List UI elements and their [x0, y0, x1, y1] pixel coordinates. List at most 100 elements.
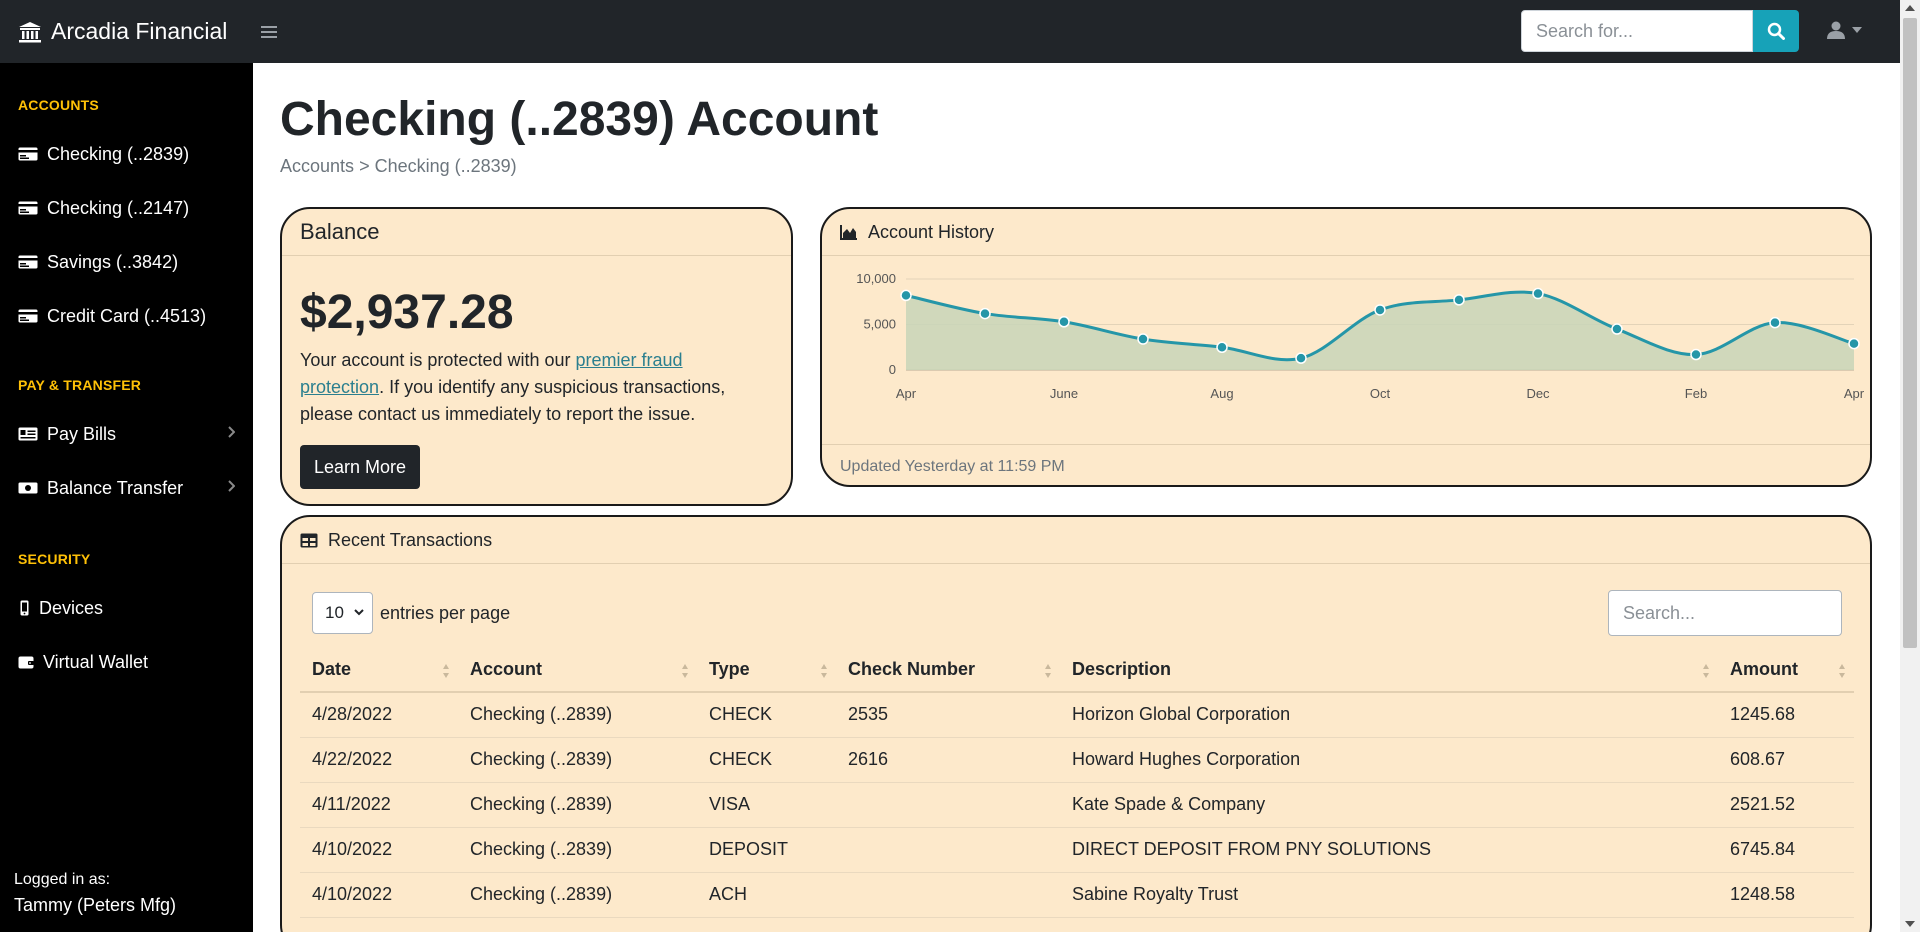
data-point	[1690, 348, 1702, 361]
sidebar-heading-security: SECURITY	[18, 551, 91, 567]
column-header-description[interactable]: Description	[1060, 648, 1718, 693]
card-icon	[18, 308, 38, 324]
bank-icon	[19, 21, 41, 42]
menu-toggle-button[interactable]	[258, 21, 280, 43]
page-scrollbar[interactable]	[1900, 0, 1920, 932]
column-header-label: Account	[470, 659, 542, 679]
caret-down-icon	[1852, 27, 1862, 33]
cell-check-number	[836, 782, 1060, 828]
sidebar-heading-accounts: ACCOUNTS	[18, 97, 99, 113]
sidebar-item-label: Virtual Wallet	[43, 651, 149, 672]
cell-date: 4/22/2022	[300, 737, 458, 783]
cell-description: DIRECT DEPOSIT FROM PNY SOLUTIONS	[1060, 827, 1718, 873]
sidebar-item-checking-2147[interactable]: Checking (..2147)	[0, 186, 253, 230]
cell-amount: 1245.68	[1718, 692, 1854, 738]
cell-account: Checking (..2839)	[458, 872, 697, 918]
data-point	[1137, 333, 1149, 345]
recent-transactions-header: Recent Transactions	[282, 517, 1870, 564]
history-updated-text: Updated Yesterday at 11:59 PM	[822, 444, 1870, 485]
transactions-search-input[interactable]	[1608, 590, 1842, 636]
learn-more-button[interactable]: Learn More	[300, 445, 420, 489]
logged-in-label: Logged in as:	[14, 871, 111, 888]
cell-check-number: 2535	[836, 692, 1060, 738]
sidebar-item-savings-3842[interactable]: Savings (..3842)	[0, 240, 253, 284]
sidebar-item-label: Pay Bills	[47, 423, 117, 444]
data-point	[1374, 304, 1386, 316]
x-tick-label: Aug	[1210, 386, 1233, 401]
sidebar: ACCOUNTS Checking (..2839) Checking (..2…	[0, 63, 253, 932]
sidebar-item-virtual-wallet[interactable]: Virtual Wallet	[0, 640, 253, 684]
breadcrumb: Accounts > Checking (..2839)	[280, 156, 517, 177]
column-header-amount[interactable]: Amount	[1718, 648, 1854, 693]
cell-amount: 1248.58	[1718, 872, 1854, 918]
scroll-thumb[interactable]	[1903, 18, 1917, 648]
hamburger-icon	[261, 25, 277, 38]
data-point	[1453, 294, 1465, 306]
brand[interactable]: Arcadia Financial	[0, 18, 254, 45]
column-header-label: Amount	[1730, 659, 1798, 679]
top-navbar: Arcadia Financial	[0, 0, 1900, 63]
sidebar-item-devices[interactable]: Devices	[0, 586, 253, 630]
top-search	[1521, 10, 1799, 52]
data-point	[1848, 337, 1860, 350]
column-header-check-number[interactable]: Check Number	[836, 648, 1060, 693]
sidebar-item-label: Savings (..3842)	[47, 251, 179, 272]
fraud-protection-text: Your account is protected with our premi…	[300, 347, 760, 428]
column-header-account[interactable]: Account	[458, 648, 697, 693]
sort-icon	[1839, 664, 1845, 678]
user-menu-dropdown[interactable]	[1826, 20, 1863, 40]
table-row[interactable]: 4/10/2022 Checking (..2839) DEPOSIT DIRE…	[300, 827, 1854, 873]
sidebar-item-label: Checking (..2147)	[47, 197, 190, 218]
sidebar-item-label: Checking (..2839)	[47, 143, 190, 164]
sidebar-item-label: Credit Card (..4513)	[47, 305, 207, 326]
cell-account: Checking (..2839)	[458, 782, 697, 828]
entries-per-page-select[interactable]: 10	[312, 592, 373, 634]
sidebar-item-label: Balance Transfer	[47, 477, 184, 498]
account-history-header: Account History	[822, 209, 1870, 256]
data-point	[1216, 341, 1228, 353]
sort-icon	[821, 664, 827, 678]
cell-account: Checking (..2839)	[458, 827, 697, 873]
table-icon	[300, 533, 318, 548]
column-header-type[interactable]: Type	[697, 648, 836, 693]
fraud-text-before: Your account is protected with our	[300, 350, 576, 370]
sidebar-item-credit-card-4513[interactable]: Credit Card (..4513)	[0, 294, 253, 338]
table-row[interactable]: 4/28/2022 Checking (..2839) CHECK 2535 H…	[300, 692, 1854, 738]
cell-date: 4/11/2022	[300, 782, 458, 828]
sidebar-heading-pay-transfer: PAY & TRANSFER	[18, 377, 142, 393]
sidebar-item-balance-transfer[interactable]: Balance Transfer	[0, 466, 253, 510]
scroll-up-arrow[interactable]	[1905, 5, 1915, 11]
x-tick-label: Oct	[1370, 386, 1391, 401]
cell-amount: 608.67	[1718, 737, 1854, 783]
data-point	[1295, 352, 1307, 364]
cell-type: VISA	[697, 782, 836, 828]
scroll-down-arrow[interactable]	[1905, 921, 1915, 927]
search-input[interactable]	[1521, 10, 1753, 52]
table-row[interactable]: 4/10/2022 Checking (..2839) ACH Sabine R…	[300, 872, 1854, 918]
table-row[interactable]: 4/11/2022 Checking (..2839) VISA Kate Sp…	[300, 782, 1854, 828]
transactions-table: Date Account Type Check Number Descripti…	[300, 648, 1854, 918]
cell-date: 4/10/2022	[300, 827, 458, 873]
cell-check-number	[836, 872, 1060, 918]
sidebar-item-checking-2839[interactable]: Checking (..2839)	[0, 132, 253, 176]
balance-card: Balance $2,937.28 Your account is protec…	[280, 207, 793, 506]
chevron-right-icon	[228, 426, 235, 438]
balance-amount: $2,937.28	[300, 286, 514, 339]
entries-label: entries per page	[380, 602, 511, 623]
account-history-card: Account History 10,000 5,000 0 Apr June Aug Oc…	[820, 207, 1872, 487]
cell-type: CHECK	[697, 737, 836, 783]
table-row[interactable]: 4/22/2022 Checking (..2839) CHECK 2616 H…	[300, 737, 1854, 783]
column-header-label: Type	[709, 659, 750, 679]
page-title: Checking (..2839) Account	[280, 93, 879, 146]
y-tick-label: 5,000	[863, 317, 896, 332]
column-header-date[interactable]: Date	[300, 648, 458, 693]
search-icon	[1767, 22, 1785, 40]
column-header-label: Date	[312, 659, 352, 679]
user-icon	[1827, 21, 1845, 39]
search-button[interactable]	[1753, 10, 1799, 52]
data-point	[979, 307, 991, 320]
breadcrumb-current: Checking (..2839)	[374, 156, 517, 176]
sidebar-item-pay-bills[interactable]: Pay Bills	[0, 412, 253, 456]
breadcrumb-accounts[interactable]: Accounts	[280, 156, 354, 176]
sidebar-item-label: Devices	[39, 597, 104, 618]
